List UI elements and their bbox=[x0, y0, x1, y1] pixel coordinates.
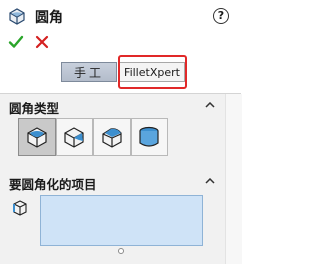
ok-button[interactable] bbox=[8, 34, 24, 50]
variable-size-fillet-icon bbox=[64, 127, 84, 148]
help-icon: ? bbox=[217, 9, 225, 22]
checkmark-icon bbox=[8, 35, 24, 48]
fillet-type-full-round[interactable] bbox=[130, 118, 168, 156]
section-title-fillet-type: 圆角类型 bbox=[9, 101, 60, 116]
constant-size-fillet-icon bbox=[27, 127, 47, 148]
fillet-type-face[interactable] bbox=[93, 118, 131, 156]
chevron-up-icon[interactable] bbox=[205, 102, 215, 108]
fillet-type-variable-size[interactable] bbox=[55, 118, 93, 156]
edge-selection-icon bbox=[13, 200, 27, 216]
property-manager-header: 圆角 ? bbox=[0, 0, 241, 32]
section-title-items-to-fillet: 要圆角化的项目 bbox=[9, 177, 97, 192]
scrollbar[interactable] bbox=[225, 94, 242, 264]
fillet-feature-icon bbox=[9, 8, 25, 25]
page-title: 圆角 bbox=[35, 10, 63, 26]
annotation-highlight-box bbox=[118, 55, 187, 89]
full-round-fillet-icon bbox=[139, 126, 159, 147]
tab-manual[interactable]: 手工 bbox=[61, 62, 117, 82]
face-fillet-icon bbox=[102, 128, 122, 148]
chevron-up-icon[interactable] bbox=[205, 178, 215, 184]
fillet-type-options bbox=[18, 118, 168, 158]
selection-list-box[interactable] bbox=[40, 195, 203, 246]
help-button[interactable]: ? bbox=[213, 8, 229, 24]
x-icon bbox=[35, 35, 49, 49]
cancel-button[interactable] bbox=[35, 35, 49, 49]
fillet-type-constant-size[interactable] bbox=[18, 118, 56, 156]
list-resize-handle[interactable] bbox=[118, 248, 124, 254]
